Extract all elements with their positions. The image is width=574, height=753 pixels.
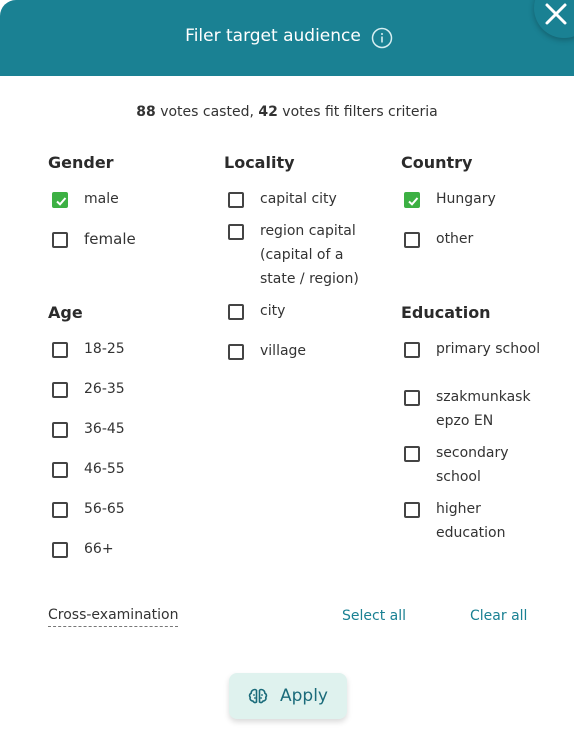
locality-option[interactable]: village [228, 343, 306, 363]
checkbox[interactable] [52, 382, 68, 398]
select-all-link[interactable]: Select all [342, 608, 406, 624]
education-option[interactable]: primary school [404, 341, 540, 361]
votes-count: 88 [136, 104, 156, 120]
gender-title: Gender [48, 153, 114, 172]
option-label: 18-25 [84, 341, 125, 357]
country-title: Country [401, 153, 473, 172]
option-label: higher education [436, 501, 506, 541]
checkbox[interactable] [228, 224, 244, 240]
gender-option[interactable]: male [52, 191, 119, 211]
checkbox[interactable] [404, 502, 420, 518]
option-label: female [84, 230, 136, 248]
option-label: szakmunkaskepzo EN [436, 389, 531, 429]
checkbox[interactable] [228, 344, 244, 360]
option-label: primary school [436, 341, 541, 357]
votes-text: votes casted, [155, 104, 259, 120]
checkbox[interactable] [404, 446, 420, 462]
checkbox[interactable] [404, 390, 420, 406]
locality-option[interactable]: region capital (capital of a state / reg… [228, 223, 378, 291]
fit-count: 42 [258, 104, 278, 120]
checkbox[interactable] [404, 192, 420, 208]
modal-title-wrap: Filer target audience [0, 26, 574, 49]
education-option[interactable]: szakmunkaskepzo EN [404, 389, 536, 433]
option-label: Hungary [436, 191, 496, 207]
option-label: region capital (capital of a state / reg… [260, 223, 359, 287]
checkbox[interactable] [52, 542, 68, 558]
checkbox[interactable] [52, 422, 68, 438]
age-option[interactable]: 56-65 [52, 501, 125, 521]
clear-all-link[interactable]: Clear all [470, 608, 527, 624]
gender-option[interactable]: female [52, 230, 136, 251]
locality-option[interactable]: city [228, 303, 285, 323]
education-option[interactable]: secondary school [404, 445, 526, 489]
checkbox[interactable] [52, 192, 68, 208]
option-label: secondary school [436, 445, 509, 485]
education-title: Education [401, 303, 491, 322]
cross-examination-link[interactable]: Cross-examination [48, 607, 179, 627]
apply-button[interactable]: Apply [229, 673, 347, 719]
checkbox[interactable] [52, 502, 68, 518]
locality-title: Locality [224, 153, 295, 172]
option-label: 26-35 [84, 381, 125, 397]
age-option[interactable]: 66+ [52, 541, 114, 561]
locality-option[interactable]: capital city [228, 191, 337, 211]
age-option[interactable]: 36-45 [52, 421, 125, 441]
info-icon[interactable] [371, 27, 393, 49]
education-option[interactable]: higher education [404, 501, 526, 545]
age-option[interactable]: 46-55 [52, 461, 125, 481]
brain-icon [248, 688, 268, 704]
checkbox[interactable] [404, 342, 420, 358]
option-label: 66+ [84, 541, 114, 557]
option-label: capital city [260, 191, 337, 207]
country-option[interactable]: other [404, 231, 473, 251]
checkbox[interactable] [228, 192, 244, 208]
close-icon [545, 3, 567, 25]
checkbox[interactable] [52, 232, 68, 248]
option-label: male [84, 191, 119, 207]
fit-text: votes fit filters criteria [277, 104, 438, 120]
modal-title: Filer target audience [185, 26, 361, 46]
checkbox[interactable] [52, 342, 68, 358]
modal-header: Filer target audience [0, 0, 574, 76]
checkbox[interactable] [52, 462, 68, 478]
option-label: other [436, 231, 474, 247]
checkbox[interactable] [228, 304, 244, 320]
age-title: Age [48, 303, 83, 322]
option-label: 36-45 [84, 421, 125, 437]
age-option[interactable]: 26-35 [52, 381, 125, 401]
option-label: village [260, 343, 307, 359]
option-label: 46-55 [84, 461, 125, 477]
option-label: 56-65 [84, 501, 125, 517]
apply-label: Apply [280, 686, 328, 706]
age-option[interactable]: 18-25 [52, 341, 125, 361]
vote-summary: 88 votes casted, 42 votes fit filters cr… [0, 104, 574, 120]
checkbox[interactable] [404, 232, 420, 248]
country-option[interactable]: Hungary [404, 191, 496, 211]
option-label: city [260, 303, 286, 319]
